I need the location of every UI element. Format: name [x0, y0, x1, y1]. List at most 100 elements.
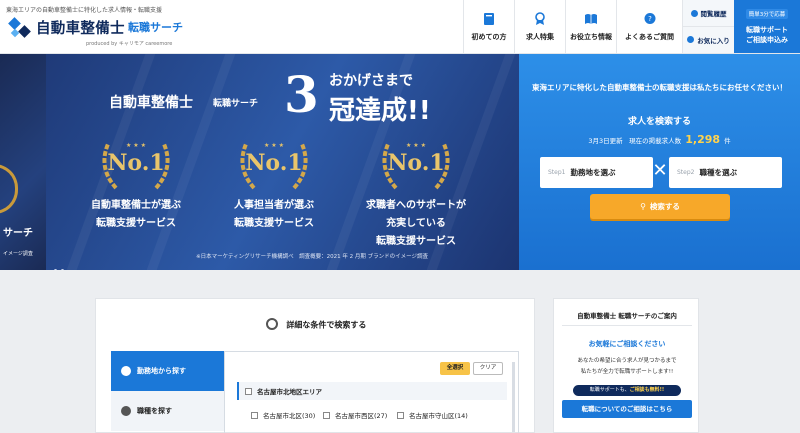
location-select-label: 勤務地を選ぶ	[570, 168, 616, 177]
job-type-select[interactable]: Step2 職種を選ぶ	[669, 157, 782, 188]
checkbox[interactable]	[397, 411, 404, 419]
open-book-icon	[585, 13, 597, 24]
tab-label: 職種を探す	[137, 407, 172, 415]
award-badge: ★ ★ ★ No.1 自動車整備士が選ぶ 転職支援サービス	[76, 134, 196, 264]
award-line: 充実している	[386, 218, 446, 229]
banner-brand-sub: 転職サーチ	[213, 99, 259, 109]
scrollbar[interactable]	[512, 362, 515, 432]
detail-search-card: 詳細な条件で検索する 勤務地から探す 職種を探す 全選択 クリア 名古屋市北地区…	[95, 298, 535, 433]
logo-byline: produced by キャリモア careemore	[86, 41, 173, 47]
step-label: Step1	[548, 169, 566, 176]
nav-label: 初めての方	[471, 32, 507, 41]
book-icon	[484, 12, 494, 25]
history-label: 閲覧履歴	[700, 10, 727, 18]
city-checkbox[interactable]: 名古屋市北区(30)	[251, 410, 315, 420]
award-badge: ★ ★ ★ No.1 求職者へのサポートが 充実している 転職支援サービス	[356, 134, 476, 264]
history-button[interactable]: 閲覧履歴	[683, 0, 734, 26]
step-label: Step2	[677, 169, 695, 176]
hero-banner[interactable]: 自動車整備士 転職サーチ 3 おかげさまで 冠達成!! ★ ★ ★ No.1 自…	[46, 54, 519, 270]
city-checkbox[interactable]: 名古屋市守山区(14)	[397, 410, 468, 420]
tab-job-type[interactable]: 職種を探す	[111, 391, 224, 431]
award-no1: No.1	[107, 150, 165, 176]
area-checkbox-row[interactable]: 名古屋市北地区エリア	[237, 382, 507, 400]
detail-search-title-text: 詳細な条件で検索する	[286, 320, 367, 330]
header-tagline: 東海エリアの自動車整備士に特化した求人情報・転職支援	[6, 7, 163, 14]
consult-button[interactable]: 転職についてのご相談はこちら	[562, 400, 692, 418]
logo-subtitle: 転職サーチ	[128, 21, 183, 34]
award-line: 人事担当者が選ぶ	[234, 200, 314, 211]
cta-main-line1: 転職サポート	[746, 25, 788, 34]
cta-small-label: 簡単3分で応募	[745, 8, 789, 19]
award-badge: ★ ★ ★ No.1 人事担当者が選ぶ 転職支援サービス	[214, 134, 334, 264]
favorites-label: お気に入り	[697, 36, 730, 45]
banner-brand: 自動車整備士	[109, 95, 193, 111]
nav-label: 求人特集	[526, 32, 554, 41]
free-support-badge: 転職サポートも、ご相談も無料!!	[573, 385, 681, 396]
stars-icon: ★ ★ ★	[126, 142, 146, 149]
stars-icon: ★ ★ ★	[406, 142, 426, 149]
cross-icon: ✕	[652, 160, 668, 181]
job-count-suffix: 件	[724, 137, 731, 145]
consultation-card: 自動車整備士 転職サーチのご案内 お気軽にご相談ください あなたの希望に合う求人…	[553, 298, 699, 433]
search-lead: 東海エリアに特化した自動車整備士の転職支援は私たちにお任せください！	[532, 83, 787, 92]
award-line: 転職支援サービス	[234, 218, 314, 229]
job-count-number: 1,298	[685, 133, 721, 146]
detail-search-title: 詳細な条件で検索する	[96, 318, 536, 331]
site-header: 東海エリアの自動車整備士に特化した求人情報・転職支援 自動車整備士 転職サーチ …	[0, 0, 800, 54]
award-line: 転職支援サービス	[376, 236, 456, 247]
clock-icon	[690, 9, 698, 17]
search-button[interactable]: ⚲ 検索する	[590, 194, 730, 219]
badge-prefix: 転職サポートも、	[589, 387, 630, 393]
nav-job-features[interactable]: 求人特集	[514, 0, 565, 53]
nav-useful-info[interactable]: お役立ち情報	[565, 0, 616, 53]
select-all-button[interactable]: 全選択	[440, 362, 470, 375]
consult-title: 自動車整備士 転職サーチのご案内	[577, 312, 677, 320]
peek-note: イメージ調査	[3, 251, 33, 257]
search-icon	[265, 318, 278, 330]
tab-location[interactable]: 勤務地から探す	[111, 351, 224, 391]
city-label: 名古屋市西区(27)	[335, 412, 388, 420]
svg-text:?: ?	[648, 15, 652, 23]
job-count-prefix: 3月3日更新 現在の掲載求人数	[588, 137, 682, 145]
checkbox[interactable]	[251, 411, 258, 419]
carousel-dot[interactable]	[61, 269, 64, 270]
clear-button[interactable]: クリア	[473, 362, 503, 375]
award-line: 転職支援サービス	[96, 218, 176, 229]
peek-text: サーチ	[3, 228, 33, 239]
search-icon: ⚲	[640, 202, 646, 211]
job-search-panel: 東海エリアに特化した自動車整備士の転職支援は私たちにお任せください！ 求人を検索…	[519, 54, 800, 270]
nav-faq[interactable]: ? よくあるご質問	[616, 0, 682, 53]
nav-label: お役立ち情報	[570, 32, 612, 41]
award-no1: No.1	[245, 150, 303, 176]
support-apply-button[interactable]: 簡単3分で応募 転職サポート ご相談申込み	[734, 0, 800, 53]
carousel-dot[interactable]	[54, 269, 57, 270]
search-icon	[121, 406, 131, 416]
search-title: 求人を検索する	[627, 117, 691, 127]
site-logo[interactable]: 自動車整備士 転職サーチ produced by キャリモア careemore	[8, 15, 208, 51]
stars-icon: ★ ★ ★	[264, 142, 284, 149]
logo-title: 自動車整備士	[36, 21, 125, 37]
consult-headline: お気軽にご相談ください	[588, 340, 666, 348]
checkbox[interactable]	[245, 387, 252, 395]
job-count: 3月3日更新 現在の掲載求人数 1,298 件	[519, 133, 800, 146]
carousel-dots[interactable]	[54, 257, 68, 270]
job-type-select-label: 職種を選ぶ	[699, 168, 737, 177]
banner-achieved: 冠達成!!	[329, 96, 431, 126]
consult-text: あなたの希望に合う求人が見つかるまで	[577, 358, 677, 364]
tab-label: 勤務地から探す	[137, 367, 186, 375]
city-checkbox[interactable]: 名古屋市西区(27)	[323, 410, 387, 420]
nav-first-time[interactable]: 初めての方	[463, 0, 514, 53]
side-buttons: 閲覧履歴 お気に入り	[682, 0, 734, 53]
award-line: 求職者へのサポートが	[366, 200, 466, 211]
city-label: 名古屋市北区(30)	[263, 412, 316, 420]
location-select[interactable]: Step1 勤務地を選ぶ	[540, 157, 653, 188]
page: 東海エリアの自動車整備士に特化した求人情報・転職支援 自動車整備士 転職サーチ …	[0, 0, 800, 433]
checkbox[interactable]	[323, 411, 330, 419]
search-button-label: 検索する	[649, 202, 680, 211]
banner-number: 3	[284, 65, 319, 124]
heart-icon	[687, 36, 695, 43]
area-label: 名古屋市北地区エリア	[257, 388, 322, 396]
previous-slide-peek[interactable]: サーチ イメージ調査	[0, 54, 46, 270]
favorites-button[interactable]: お気に入り	[683, 26, 734, 52]
award-ribbon-icon	[535, 11, 545, 25]
